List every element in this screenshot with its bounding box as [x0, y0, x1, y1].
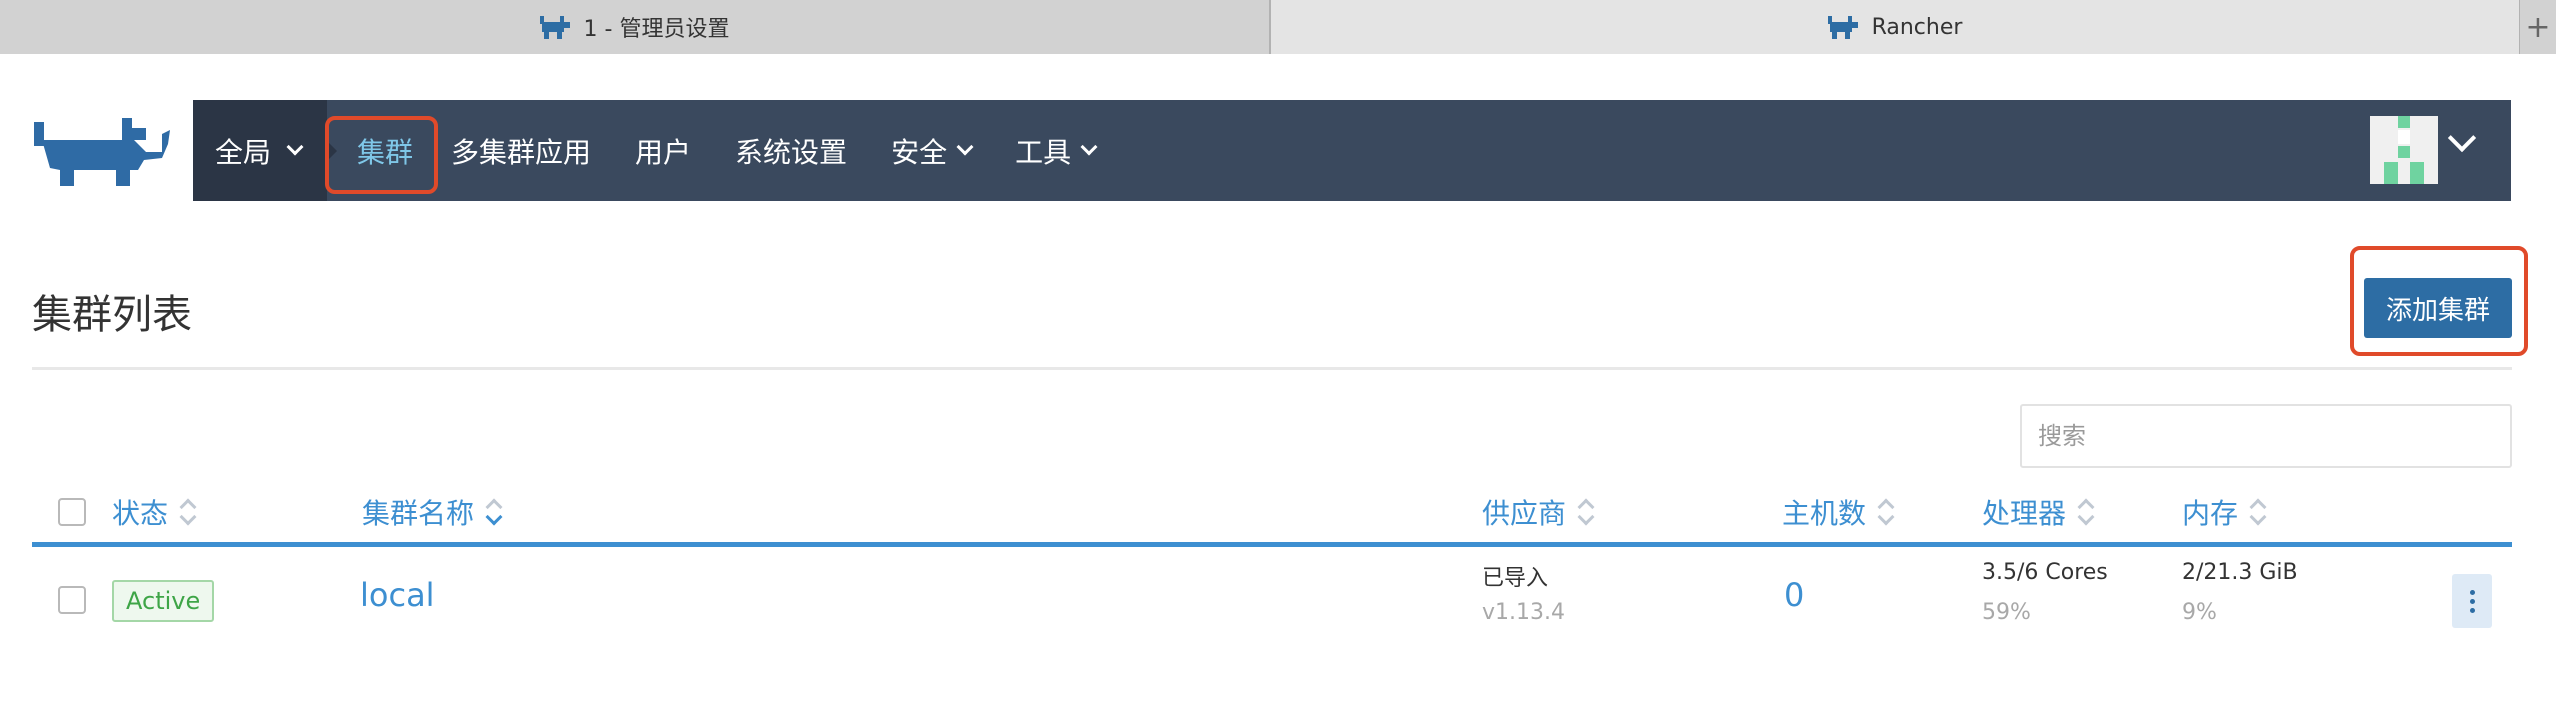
- browser-tab-label: 1 - 管理员设置: [583, 17, 730, 42]
- browser-tab-strip: 1 - 管理员设置 Rancher +: [0, 0, 2556, 54]
- rancher-logo-icon[interactable]: [34, 114, 170, 186]
- sort-icon: [2077, 498, 2095, 526]
- cpu-usage: 3.5/6 Cores: [1982, 560, 2108, 585]
- browser-tab-label: Rancher: [1871, 14, 1963, 40]
- column-label: 供应商: [1482, 497, 1567, 530]
- new-tab-button[interactable]: +: [2520, 0, 2556, 54]
- column-header-cluster-name[interactable]: 集群名称: [362, 492, 503, 532]
- global-scope-label: 全局: [215, 135, 272, 169]
- column-header-nodes[interactable]: 主机数: [1782, 492, 1895, 532]
- nav-multi-cluster-apps[interactable]: 多集群应用: [441, 100, 613, 201]
- sort-icon: [179, 498, 197, 526]
- cpu-usage-percent: 59%: [1982, 600, 2031, 625]
- column-header-provider[interactable]: 供应商: [1482, 492, 1595, 532]
- node-count-link[interactable]: 0: [1784, 576, 1804, 614]
- sort-icon: [485, 498, 503, 526]
- table-header-underline: [32, 542, 2512, 547]
- column-label: 主机数: [1782, 497, 1867, 530]
- highlight-add-cluster: [2350, 246, 2528, 356]
- search-input[interactable]: [2020, 404, 2512, 468]
- provider-label: 已导入: [1482, 566, 1549, 591]
- cluster-name-link[interactable]: local: [360, 576, 435, 614]
- rancher-favicon-icon: [1827, 16, 1858, 39]
- column-header-state[interactable]: 状态: [112, 492, 197, 532]
- row-actions-kebab-icon[interactable]: [2452, 574, 2492, 628]
- sort-icon: [1577, 498, 1595, 526]
- column-label: 状态: [112, 497, 169, 530]
- row-checkbox[interactable]: [58, 586, 86, 614]
- nav-system-settings[interactable]: 系统设置: [713, 100, 869, 201]
- status-badge: Active: [112, 580, 215, 622]
- nav-users[interactable]: 用户: [613, 100, 713, 201]
- header-divider: [32, 367, 2512, 370]
- nav-tools-label: 工具: [1015, 135, 1072, 169]
- sort-icon: [2249, 498, 2267, 526]
- user-avatar[interactable]: [2370, 116, 2438, 184]
- chevron-down-icon: [956, 138, 974, 155]
- table-row: Active local 已导入 v1.13.4 0 3.5/6 Cores 5…: [32, 560, 2512, 650]
- nav-tools[interactable]: 工具: [993, 100, 1117, 201]
- rancher-favicon-icon: [539, 16, 570, 39]
- page-title: 集群列表: [32, 292, 192, 338]
- column-header-memory[interactable]: 内存: [2182, 492, 2267, 532]
- memory-usage-percent: 9%: [2182, 600, 2217, 625]
- chevron-down-icon: [286, 138, 304, 155]
- browser-tab-admin-settings[interactable]: 1 - 管理员设置: [0, 0, 1270, 54]
- column-label: 内存: [2182, 497, 2239, 530]
- nav-security-label: 安全: [891, 135, 948, 169]
- top-navbar: 全局 集群 多集群应用 用户 系统设置 安全 工具: [193, 100, 2511, 201]
- highlight-nav-clusters: [325, 116, 438, 194]
- chevron-down-icon: [1080, 138, 1098, 155]
- column-label: 处理器: [1982, 497, 2067, 530]
- nav-security[interactable]: 安全: [869, 100, 993, 201]
- table-header: 状态 集群名称 供应商 主机数 处理器 内存: [32, 488, 2512, 546]
- provider-version: v1.13.4: [1482, 600, 1565, 625]
- sort-icon: [1877, 498, 1895, 526]
- browser-tab-rancher[interactable]: Rancher: [1270, 0, 2520, 54]
- global-scope-dropdown[interactable]: 全局: [193, 100, 337, 201]
- select-all-checkbox[interactable]: [58, 498, 86, 526]
- column-header-cpu[interactable]: 处理器: [1982, 492, 2095, 532]
- memory-usage: 2/21.3 GiB: [2182, 560, 2298, 585]
- column-label: 集群名称: [362, 497, 475, 530]
